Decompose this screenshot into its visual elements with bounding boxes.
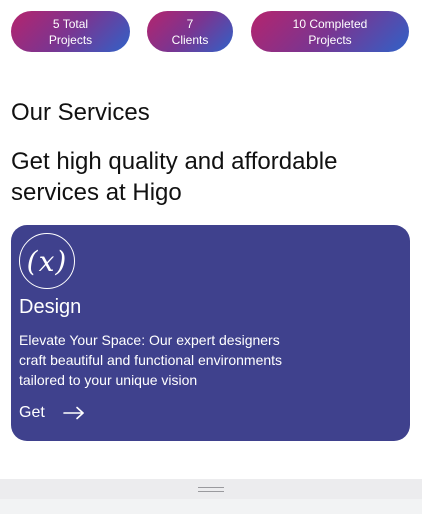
service-card-design: (x) Design Elevate Your Space: Our exper… (11, 225, 410, 441)
stat-pill-completed: 10 Completed Projects (251, 11, 409, 52)
function-x-icon: (x) (19, 233, 75, 289)
stats-row: 5 Total Projects 7 Clients 10 Completed … (11, 11, 409, 52)
section-title: Our Services (11, 99, 150, 126)
drag-handle-icon[interactable] (198, 487, 224, 493)
service-description: Elevate Your Space: Our expert designers… (19, 332, 283, 388)
stat-value: 5 Total (52, 16, 89, 31)
stat-pill-projects: 5 Total Projects (11, 11, 130, 52)
get-service-link[interactable]: Get (19, 402, 85, 424)
get-link-label: Get (19, 404, 45, 421)
stat-value: 7 (186, 16, 194, 31)
stat-label: Projects (308, 32, 352, 47)
arrow-right-icon (62, 406, 84, 420)
stat-label: Projects (48, 32, 93, 47)
bottom-drag-bar (0, 479, 422, 514)
section-subtitle: Get high quality and affordable services… (11, 148, 338, 206)
stat-pill-clients: 7 Clients (147, 11, 233, 52)
stat-value: 10 Completed (292, 16, 368, 31)
page: 5 Total Projects 7 Clients 10 Completed … (0, 0, 422, 514)
stat-label: Clients (171, 32, 209, 47)
service-title: Design (19, 296, 82, 318)
